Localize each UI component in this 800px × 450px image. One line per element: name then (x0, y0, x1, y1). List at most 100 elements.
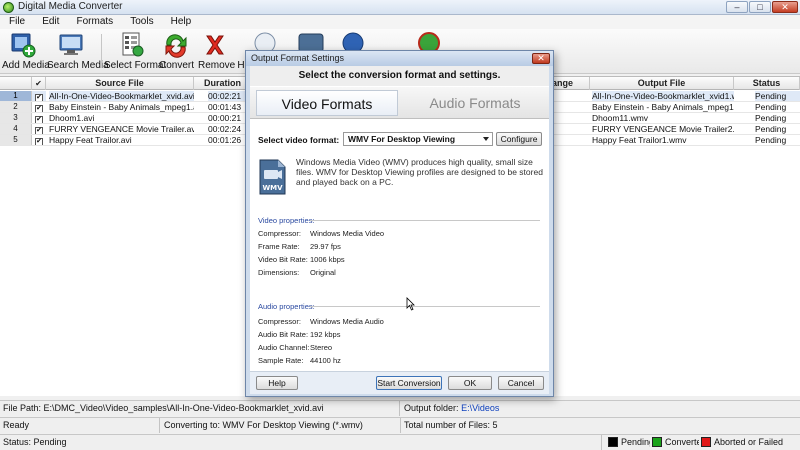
convert-label: Convert (159, 60, 195, 71)
dialog-heading: Select the conversion format and setting… (250, 66, 549, 86)
output-format-dialog: Output Format Settings ✕ Select the conv… (245, 50, 554, 397)
convert-icon (165, 34, 187, 58)
tab-audio-formats[interactable]: Audio Formats (410, 90, 540, 116)
tab-video-formats[interactable]: Video Formats (256, 90, 398, 116)
header-source-file[interactable]: Source File (46, 77, 194, 90)
dialog-body: Select the conversion format and setting… (250, 66, 549, 394)
convert-button[interactable]: Convert (159, 31, 195, 73)
legend-pending: Pending (605, 435, 650, 450)
prop-key: Audio Bit Rate: (258, 330, 309, 339)
row-checkbox[interactable]: ✔ (32, 135, 46, 145)
prop-key: Dimensions: (258, 268, 300, 277)
dialog-footer: Help Start Conversion OK Cancel (250, 371, 549, 394)
row-checkbox[interactable]: ✔ (32, 124, 46, 134)
wmv-icon-label: WMV (262, 184, 283, 192)
header-check[interactable]: ✔ (32, 77, 46, 90)
prop-value: 192 kbps (310, 330, 341, 339)
help-button[interactable]: Help (256, 376, 298, 390)
converted-swatch (652, 437, 662, 447)
add-media-icon (11, 33, 36, 58)
conversion-info-bar: Ready Converting to: WMV For Desktop Vie… (0, 417, 800, 433)
legend-converted-label: Converted (665, 437, 699, 447)
legend-failed: Aborted or Failed (698, 435, 800, 450)
window-titlebar: Digital Media Converter ‒ □ ✕ (0, 0, 800, 15)
total-files: Total number of Files: 5 (404, 420, 498, 430)
prop-value: Windows Media Video (310, 229, 385, 238)
row-number: 1 (0, 91, 32, 101)
search-media-button[interactable]: Search Media (47, 31, 109, 73)
toolbar-separator (101, 34, 102, 68)
close-button[interactable]: ✕ (772, 1, 798, 13)
video-properties-header: Video properties: (258, 216, 542, 225)
minimize-button[interactable]: ‒ (726, 1, 748, 13)
chevron-down-icon (483, 137, 489, 141)
configure-button[interactable]: Configure (496, 132, 542, 146)
add-media-button[interactable]: Add Media (2, 31, 50, 73)
dialog-titlebar: Output Format Settings ✕ (246, 51, 553, 66)
prop-key: Audio Channel: (258, 343, 310, 352)
wmv-file-icon: WMV (259, 159, 286, 195)
status-segment: Status: Pending (0, 435, 602, 450)
format-description: Windows Media Video (WMV) produces high … (296, 157, 543, 187)
menu-formats[interactable]: Formats (69, 15, 120, 28)
cancel-button[interactable]: Cancel (498, 376, 544, 390)
output-folder-label: Output folder: (404, 403, 459, 413)
maximize-button[interactable]: □ (749, 1, 771, 13)
dialog-close-button[interactable]: ✕ (532, 53, 550, 64)
ok-button[interactable]: OK (448, 376, 492, 390)
app-logo-icon (3, 2, 14, 13)
prop-value: 1006 kbps (310, 255, 345, 264)
prop-key: Frame Rate: (258, 242, 300, 251)
select-format-button[interactable]: Select Format (104, 31, 167, 73)
select-format-label: Select video format: (258, 135, 340, 145)
header-duration[interactable]: Duration (194, 77, 252, 90)
start-conversion-button[interactable]: Start Conversion (376, 376, 442, 390)
audio-properties-title: Audio properties: (258, 302, 315, 311)
menu-tools[interactable]: Tools (123, 15, 160, 28)
header-rownum (0, 77, 32, 90)
row-checkbox[interactable]: ✔ (32, 102, 46, 112)
header-status[interactable]: Status (734, 77, 800, 90)
window-title: Digital Media Converter (18, 1, 123, 12)
row-number: 5 (0, 135, 32, 145)
search-media-label: Search Media (47, 60, 109, 71)
video-format-row: Select video format: WMV For Desktop Vie… (256, 131, 544, 149)
prop-value: Stereo (310, 343, 333, 352)
prop-key: Sample Rate: (258, 356, 304, 365)
status-label: Status: (3, 437, 32, 447)
audio-properties-header: Audio properties: (258, 302, 542, 311)
converting-to: Converting to: WMV For Desktop Viewing (… (161, 418, 401, 433)
format-tabs: Video Formats Audio Formats (250, 87, 549, 119)
video-format-select[interactable]: WMV For Desktop Viewing (343, 132, 493, 146)
row-status: Pending (755, 102, 787, 112)
status-bar: Status: Pending Pending Converted Aborte… (0, 434, 800, 450)
file-path-segment: File Path: E:\DMC_Video\Video_samples\Al… (0, 401, 400, 416)
prop-value: Original (310, 268, 336, 277)
row-output: Happy Feat Trailor1.wmv (592, 135, 687, 145)
row-status: Pending (755, 135, 787, 145)
row-number: 3 (0, 113, 32, 123)
file-path-label: File Path: (3, 403, 42, 413)
menu-edit[interactable]: Edit (35, 15, 66, 28)
remove-icon (206, 35, 224, 55)
menu-help[interactable]: Help (164, 15, 199, 28)
header-output-file[interactable]: Output File (590, 77, 734, 90)
select-format-label: Select Format (104, 60, 167, 71)
row-checkbox[interactable]: ✔ (32, 113, 46, 123)
row-checkbox[interactable]: ✔ (32, 91, 46, 101)
prop-key: Compressor: (258, 229, 301, 238)
row-number: 2 (0, 102, 32, 112)
legend-converted: Converted (649, 435, 699, 450)
pending-swatch (608, 437, 618, 447)
menu-file[interactable]: File (0, 15, 32, 28)
status-value: Pending (33, 437, 67, 447)
remove-button[interactable]: Remove (198, 31, 235, 73)
select-format-icon (122, 32, 144, 57)
divider (310, 306, 540, 307)
video-properties-title: Video properties: (258, 216, 315, 225)
row-status: Pending (755, 124, 787, 134)
add-media-label: Add Media (2, 60, 50, 71)
output-folder-link[interactable]: E:\Videos (461, 403, 499, 413)
row-output: Baby Einstein - Baby Animals_mpeg12.wmv (592, 102, 734, 112)
row-source: Happy Feat Trailor.avi (49, 135, 132, 145)
